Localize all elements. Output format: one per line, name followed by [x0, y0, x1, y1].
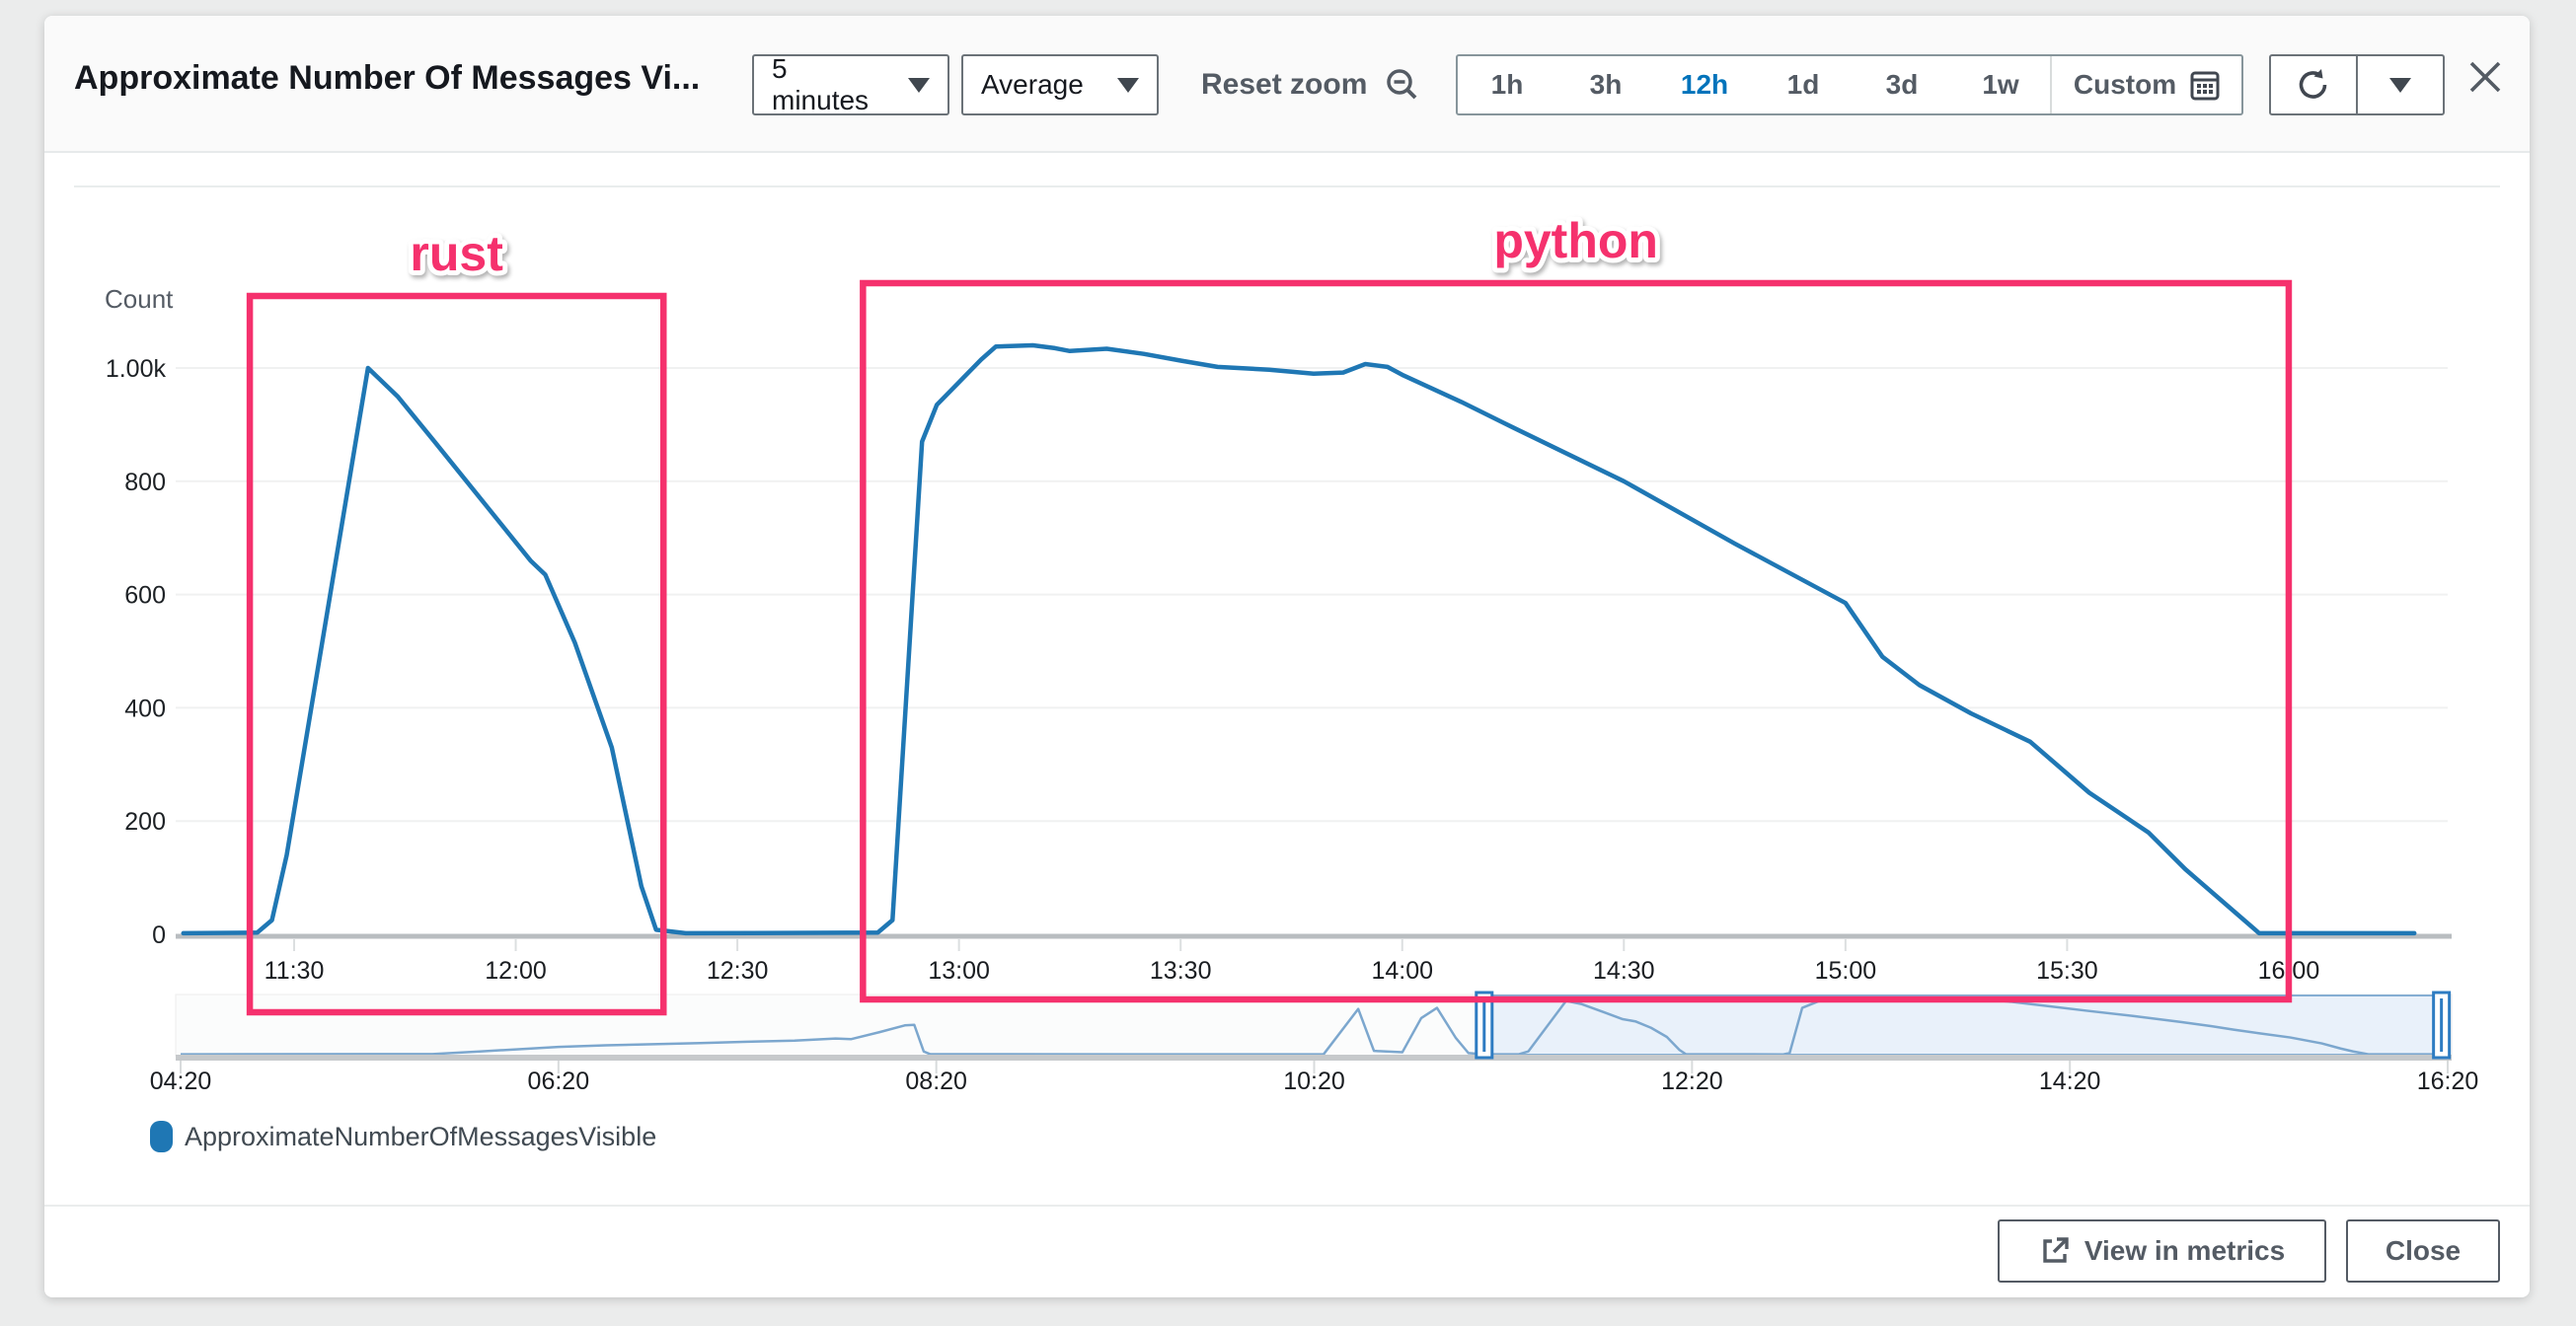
x-tick-label: 14:00 [1371, 957, 1433, 985]
chart-plot-area[interactable] [176, 286, 2452, 937]
brush-tick-label: 14:20 [2039, 1068, 2101, 1095]
x-tick-label: 12:00 [485, 957, 547, 985]
brush-tick-label: 08:20 [905, 1068, 967, 1095]
x-tick-label: 13:00 [928, 957, 990, 985]
brush-tick-label: 10:20 [1283, 1068, 1345, 1095]
annotation-label-python: python [1493, 213, 1658, 268]
x-tick-label: 11:30 [265, 957, 325, 985]
legend-swatch [150, 1121, 173, 1152]
x-tick-label: 12:30 [707, 957, 769, 985]
y-tick-label: 200 [124, 808, 166, 836]
brush-tick-label: 06:20 [528, 1068, 590, 1095]
brush-tick-label: 12:20 [1661, 1068, 1723, 1095]
annotation-label-rust: rust [410, 226, 503, 281]
y-tick-label: 800 [124, 469, 166, 496]
legend-item[interactable]: ApproximateNumberOfMessagesVisible [150, 1121, 656, 1152]
view-in-metrics-button[interactable]: View in metrics [1998, 1219, 2326, 1283]
x-tick-label: 15:30 [2036, 957, 2098, 985]
y-tick-label: 400 [124, 695, 166, 722]
external-link-icon [2039, 1235, 2071, 1267]
close-button[interactable]: Close [2346, 1219, 2500, 1283]
x-tick-label: 15:00 [1815, 957, 1877, 985]
x-tick-label: 14:30 [1593, 957, 1655, 985]
brush-tick-label: 16:20 [2417, 1068, 2479, 1095]
y-tick-label: 1.00k [106, 355, 167, 383]
divider [44, 1205, 2530, 1207]
y-tick-label: 600 [124, 582, 166, 610]
x-tick-label: 13:30 [1150, 957, 1212, 985]
y-tick-label: 0 [152, 921, 166, 949]
close-button-label: Close [2386, 1235, 2461, 1267]
brush-selection[interactable] [1484, 995, 2442, 1055]
view-in-metrics-label: View in metrics [2084, 1235, 2285, 1267]
brush-tick-label: 04:20 [150, 1068, 212, 1095]
legend-label: ApproximateNumberOfMessagesVisible [185, 1122, 656, 1152]
